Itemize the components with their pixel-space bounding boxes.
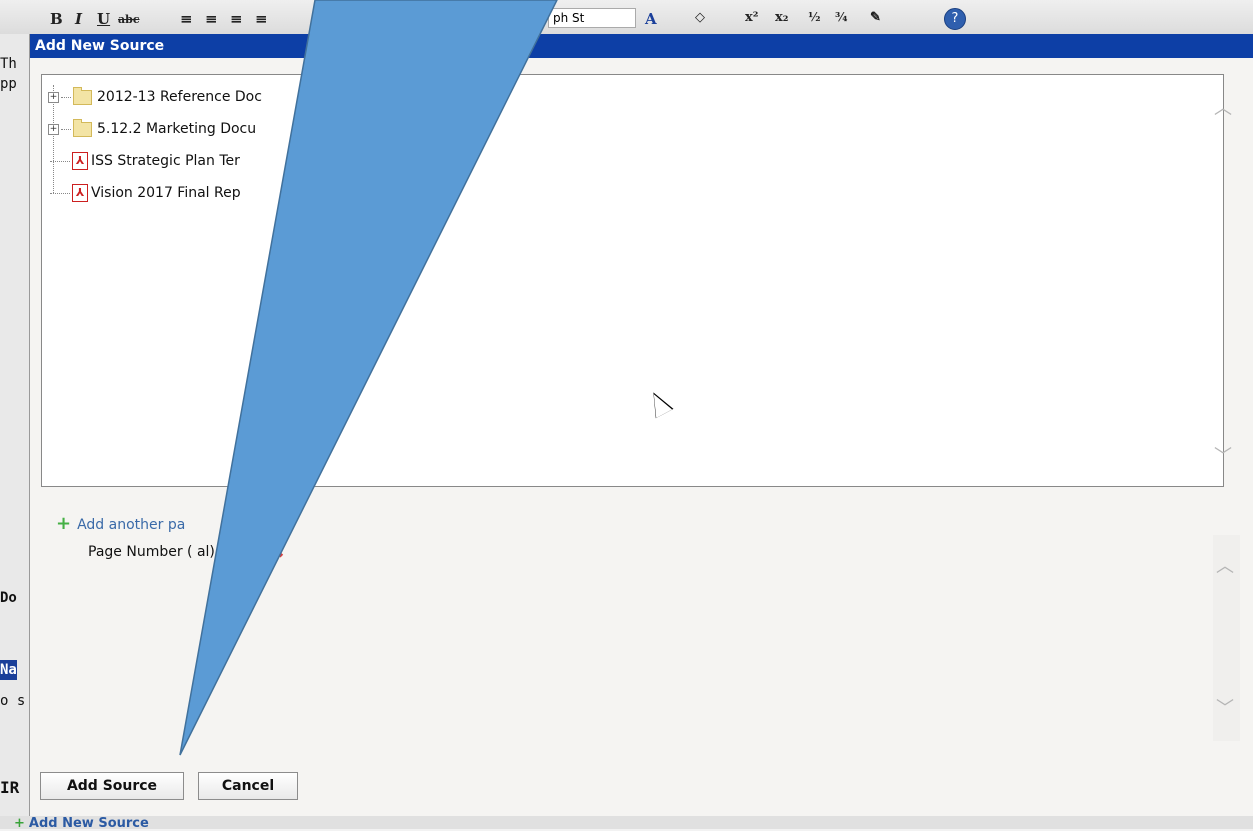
paint-icon[interactable]: ✎ xyxy=(870,10,881,26)
background-text-fragment: Th xyxy=(0,56,17,72)
highlight-icon[interactable]: ◇ xyxy=(695,10,705,26)
add-source-dialog: Add New Source + 2012-13 Reference Doc +… xyxy=(29,34,1253,816)
strikethrough-button[interactable]: abc xyxy=(118,13,140,29)
superscript-button[interactable]: x² xyxy=(745,10,758,26)
tree-connector xyxy=(50,160,70,162)
editor-toolbar: B I U abc ≡ ≡ ≡ ≡ ph St A ◇ x² x₂ ½ ¾ ✎ … xyxy=(0,0,1253,35)
subscript-button[interactable]: x₂ xyxy=(775,10,788,26)
background-text-fragment: o s xyxy=(0,693,26,709)
background-page-bottom xyxy=(0,816,1253,829)
fraction-alt-icon[interactable]: ¾ xyxy=(835,10,848,26)
tree-connector xyxy=(61,96,71,98)
pdf-icon: ⅄ xyxy=(72,184,88,202)
dialog-titlebar[interactable]: Add New Source xyxy=(30,34,1253,58)
paragraph-style-select[interactable]: ph St xyxy=(548,8,636,28)
source-tree: + 2012-13 Reference Doc + 5.12.2 Marketi… xyxy=(48,81,262,209)
close-x-icon[interactable]: ✖ xyxy=(270,542,285,563)
align-left-icon[interactable]: ≡ xyxy=(180,10,193,28)
scroll-up-icon[interactable]: ︿ xyxy=(1216,552,1234,578)
plus-icon: + xyxy=(56,513,72,534)
fraction-icon[interactable]: ½ xyxy=(808,10,821,26)
page-number-row: Page Number ( al): ✖ xyxy=(88,540,285,564)
scroll-down-icon[interactable]: ﹀ xyxy=(1216,694,1234,720)
background-text-fragment: Na xyxy=(0,660,17,680)
add-another-page-link[interactable]: + Add another pa xyxy=(56,513,185,534)
align-center-icon[interactable]: ≡ xyxy=(205,10,218,28)
tree-item-pdf[interactable]: ⅄ Vision 2017 Final Rep xyxy=(48,177,262,209)
expand-icon[interactable]: + xyxy=(48,91,59,103)
source-tree-panel[interactable]: + 2012-13 Reference Doc + 5.12.2 Marketi… xyxy=(41,74,1224,487)
font-color-button[interactable]: A xyxy=(645,10,657,28)
page-number-input[interactable] xyxy=(225,540,262,564)
folder-icon xyxy=(73,118,92,137)
italic-button[interactable]: I xyxy=(75,10,82,28)
dialog-title: Add New Source xyxy=(35,38,165,54)
tree-connector xyxy=(61,128,71,130)
underline-button[interactable]: U xyxy=(97,10,110,28)
page-number-label: Page Number ( al): xyxy=(88,544,220,560)
pdf-icon: ⅄ xyxy=(72,152,88,170)
tree-item-folder[interactable]: + 5.12.2 Marketing Docu xyxy=(48,113,262,145)
background-text-fragment: IR xyxy=(0,778,20,797)
scroll-down-icon[interactable]: ﹀ xyxy=(1214,442,1232,468)
justify-icon[interactable]: ≡ xyxy=(255,10,268,28)
scroll-up-icon[interactable]: ︿ xyxy=(1214,94,1232,120)
expand-icon[interactable]: + xyxy=(48,123,59,135)
add-another-label: Add another pa xyxy=(77,517,186,533)
tree-item-pdf[interactable]: ⅄ ISS Strategic Plan Ter xyxy=(48,145,262,177)
tree-item-label: 5.12.2 Marketing Docu xyxy=(97,121,257,137)
align-right-icon[interactable]: ≡ xyxy=(230,10,243,28)
tree-item-label: ISS Strategic Plan Ter xyxy=(91,153,240,169)
tree-item-label: 2012-13 Reference Doc xyxy=(97,89,262,105)
tree-item-folder[interactable]: + 2012-13 Reference Doc xyxy=(48,81,262,113)
help-icon[interactable]: ? xyxy=(944,8,966,30)
bold-button[interactable]: B xyxy=(50,10,63,28)
tree-connector xyxy=(50,192,70,194)
tree-item-label: Vision 2017 Final Rep xyxy=(91,185,241,201)
add-source-button[interactable]: Add Source xyxy=(40,772,184,800)
background-page xyxy=(0,34,30,829)
background-text-fragment: pp xyxy=(0,76,17,92)
cancel-button[interactable]: Cancel xyxy=(198,772,298,800)
folder-icon xyxy=(73,86,92,105)
background-text-fragment: Do xyxy=(0,590,17,606)
